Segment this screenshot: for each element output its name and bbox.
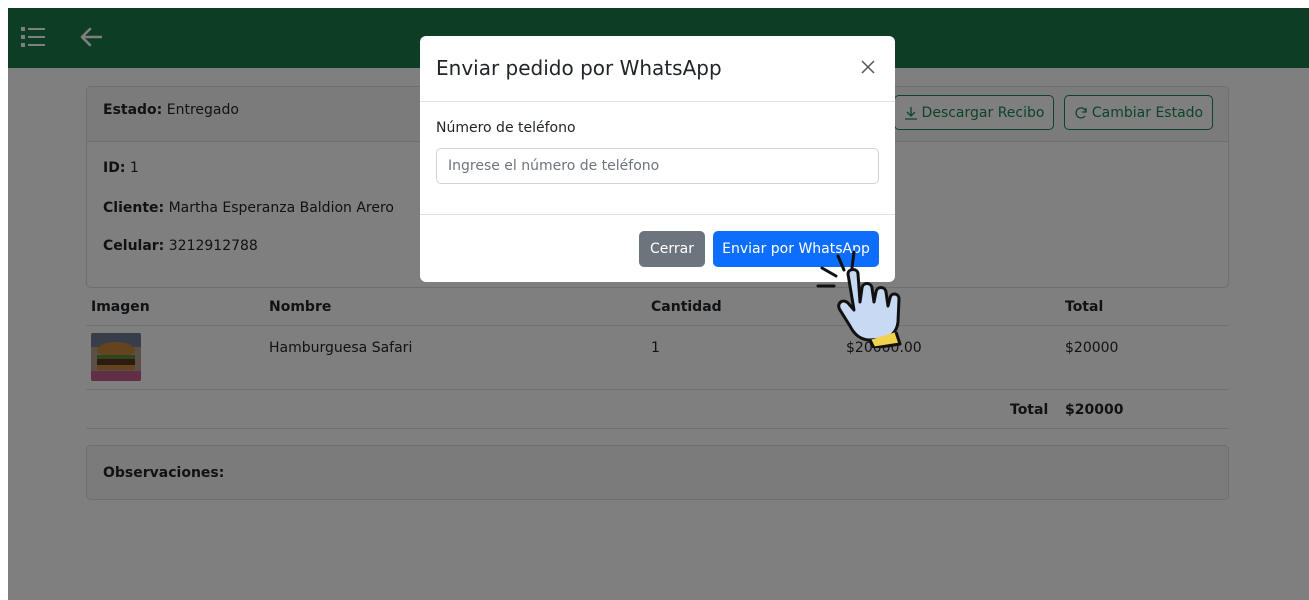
modal-header: Enviar pedido por WhatsApp <box>420 36 895 102</box>
modal-title: Enviar pedido por WhatsApp <box>436 56 722 80</box>
whatsapp-modal: Enviar pedido por WhatsApp Número de tel… <box>420 36 895 282</box>
phone-input[interactable] <box>436 148 879 184</box>
phone-label: Número de teléfono <box>436 120 576 136</box>
hand-pointer-icon <box>808 248 918 350</box>
close-icon[interactable] <box>855 54 881 80</box>
page: Estado: Entregado ID: 1 Cliente: Martha … <box>8 8 1309 600</box>
close-button[interactable]: Cerrar <box>639 231 705 267</box>
